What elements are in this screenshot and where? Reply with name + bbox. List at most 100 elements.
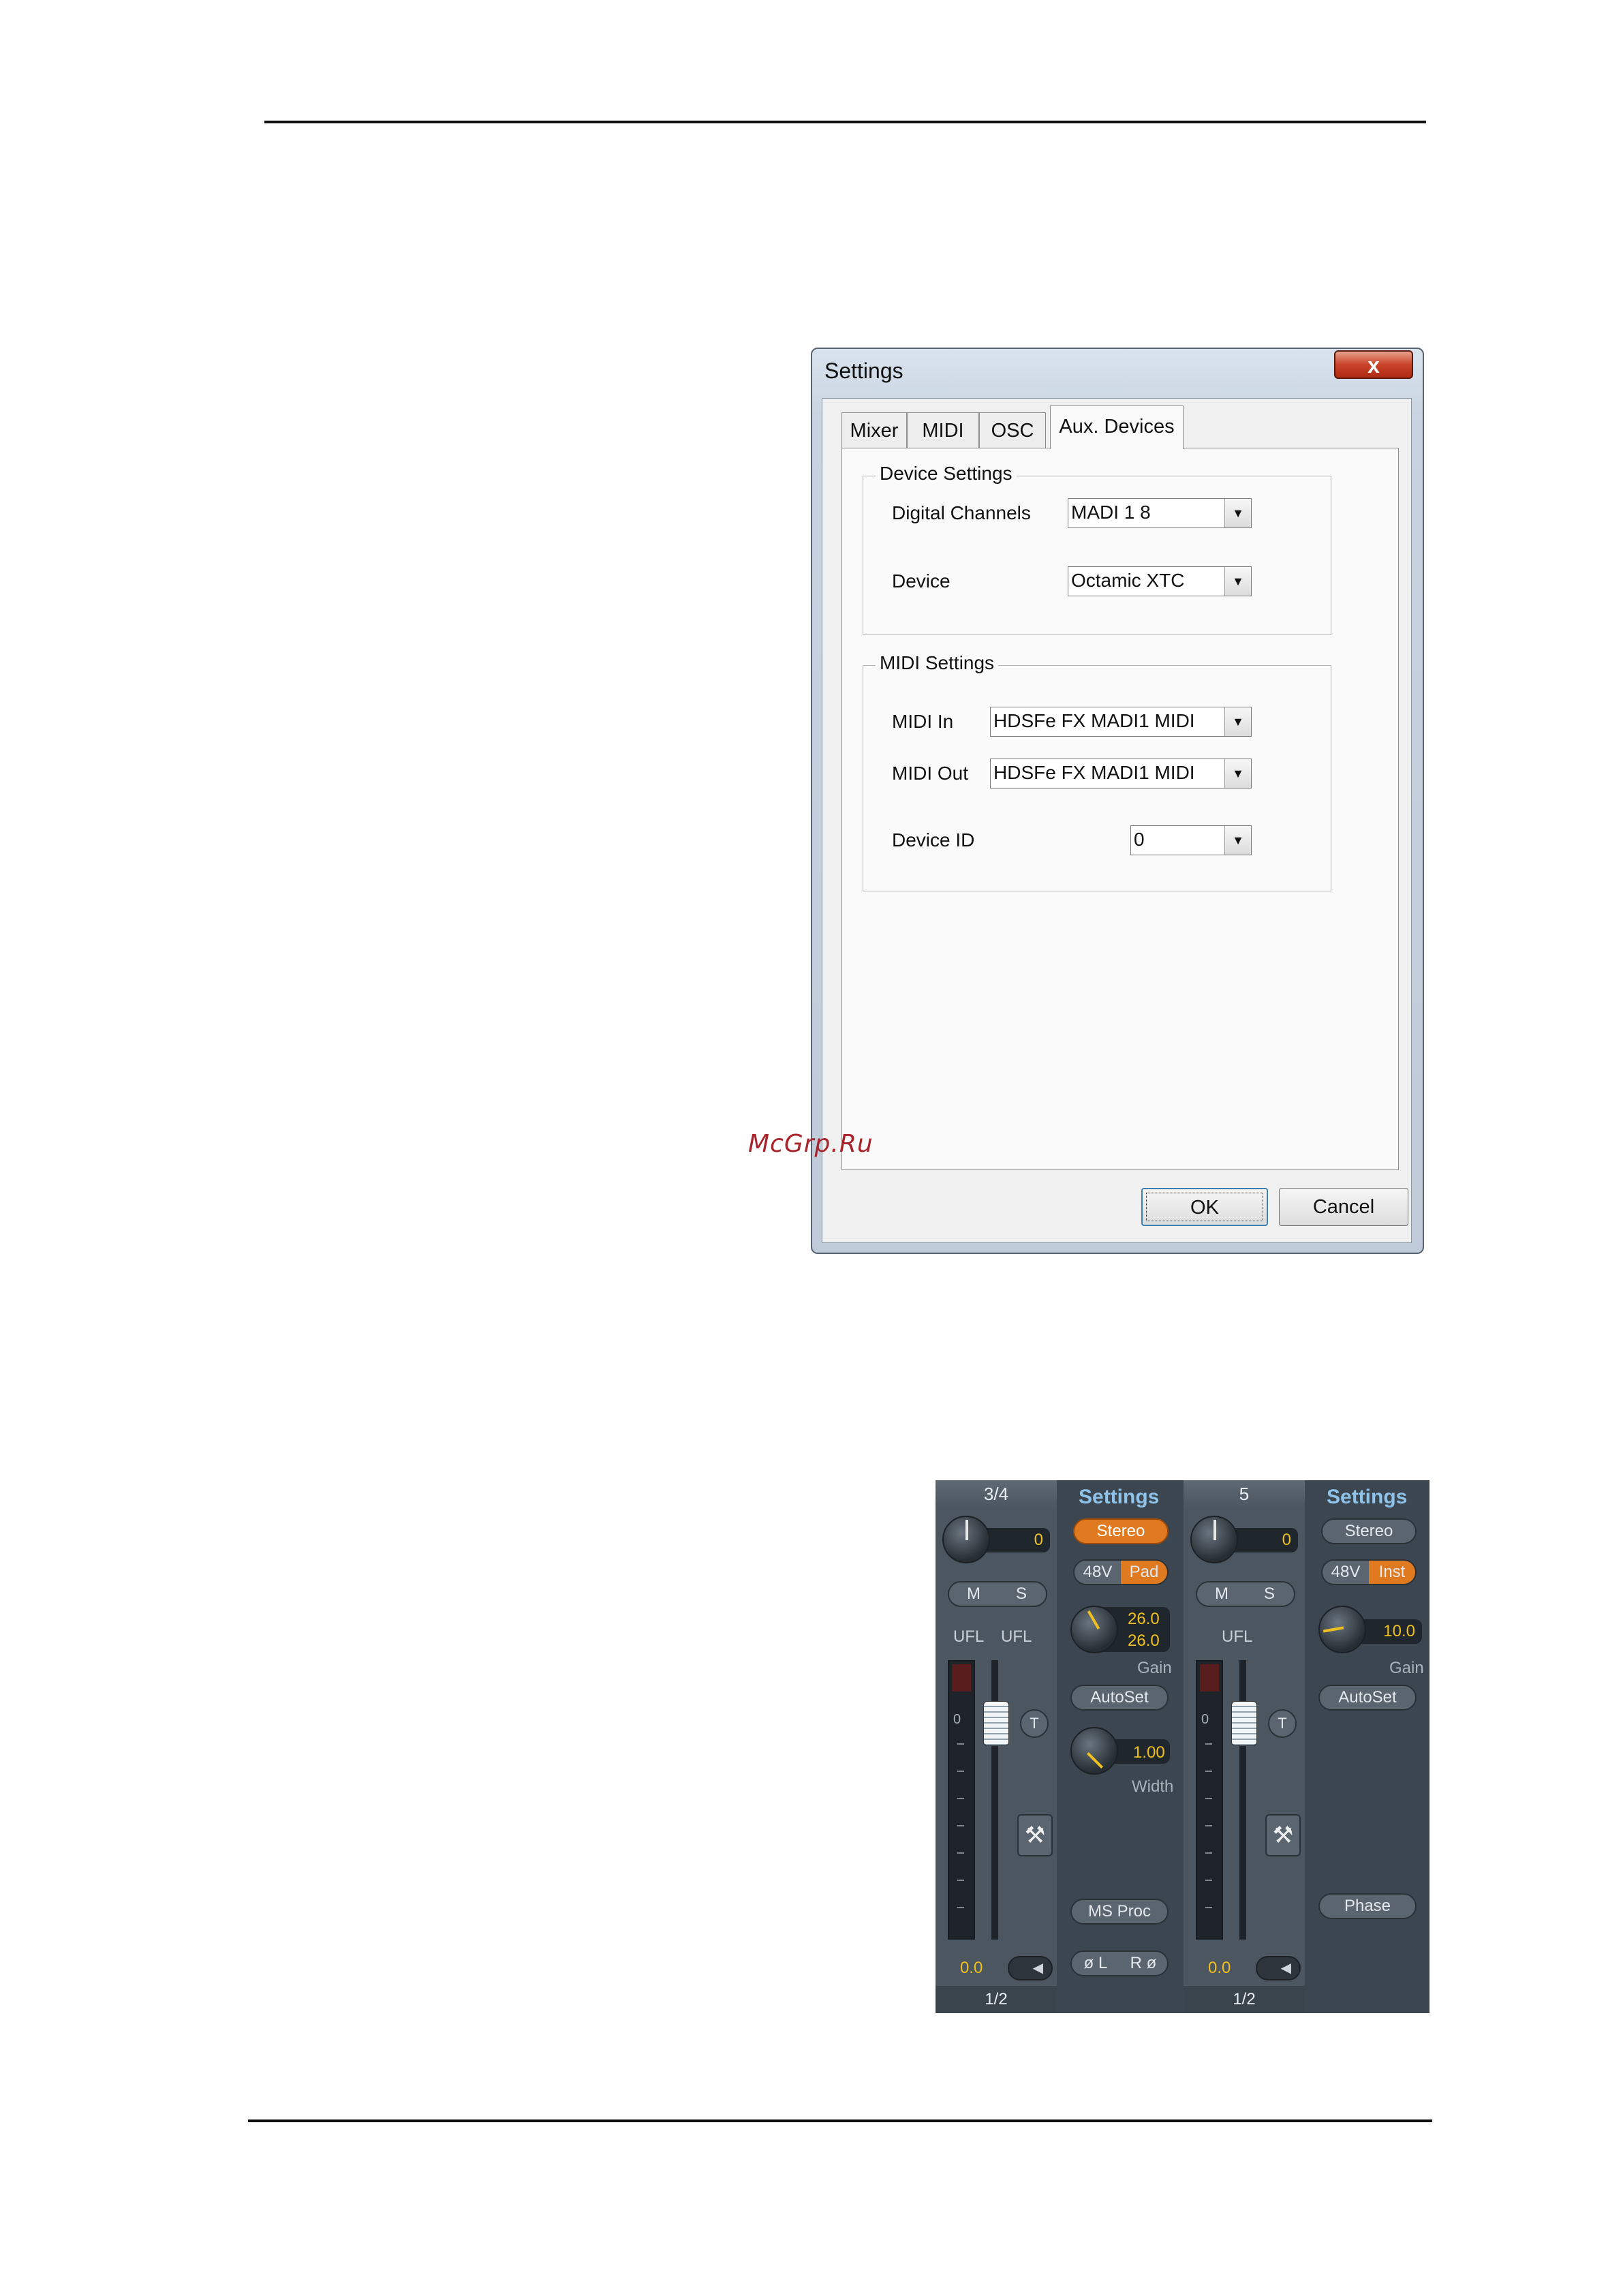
- settings-panel-2: Settings Stereo 48V Inst 10.0 Gain AutoS…: [1305, 1480, 1429, 2013]
- gain-value-1[interactable]: 26.0: [1128, 1610, 1160, 1629]
- meter-tick: [957, 1852, 964, 1854]
- meter-zero-label: 0: [953, 1712, 961, 1727]
- dialog-body: Mixer MIDI OSC Aux. Devices Device Setti…: [822, 398, 1412, 1243]
- chevron-down-icon[interactable]: ▼: [1224, 499, 1251, 527]
- mute-button[interactable]: M: [950, 1581, 997, 1607]
- midi-in-select[interactable]: HDSFe FX MADI1 MIDI ▼: [990, 707, 1252, 737]
- ufl-label: UFL: [1222, 1627, 1253, 1646]
- channel-name[interactable]: 3/4: [936, 1480, 1057, 1507]
- channel-strip-3-4: 3/4 0 M S UFL UFL 0 T 0.0 ◀ 1/2: [936, 1480, 1057, 2013]
- focus-ring: [1146, 1193, 1263, 1221]
- phase-right-button[interactable]: R ø: [1119, 1950, 1167, 1976]
- inst-button[interactable]: Inst: [1369, 1561, 1415, 1584]
- solo-button[interactable]: S: [1246, 1581, 1293, 1607]
- phase-button[interactable]: Phase: [1318, 1893, 1417, 1919]
- meter-tick: [1205, 1880, 1212, 1881]
- midi-settings-group: MIDI Settings MIDI In HDSFe FX MADI1 MID…: [863, 652, 1331, 891]
- channel-strip-5: 5 0 M S UFL 0 T 0.0 ◀ 1/2: [1184, 1480, 1305, 2013]
- midi-out-label: MIDI Out: [892, 763, 969, 784]
- device-label: Device: [892, 570, 950, 592]
- device-settings-group: Device Settings Digital Channels MADI 1 …: [863, 463, 1331, 635]
- tab-osc[interactable]: OSC: [979, 412, 1046, 448]
- phantom-48v-button[interactable]: 48V: [1075, 1559, 1121, 1585]
- autoset-button[interactable]: AutoSet: [1318, 1685, 1417, 1711]
- ufl-left: UFL: [953, 1627, 985, 1646]
- chevron-down-icon[interactable]: ▼: [1224, 759, 1251, 788]
- chevron-down-icon[interactable]: ▼: [1224, 826, 1251, 855]
- tab-midi[interactable]: MIDI: [907, 412, 979, 448]
- wrench-icon[interactable]: ⚒: [1265, 1814, 1301, 1856]
- midi-in-label: MIDI In: [892, 711, 954, 732]
- top-rule: [264, 121, 1426, 123]
- meter-tick: [1205, 1852, 1212, 1854]
- digital-channels-select[interactable]: MADI 1 8 ▼: [1068, 498, 1252, 528]
- device-settings-legend: Device Settings: [876, 463, 1017, 485]
- channel-footer[interactable]: 1/2: [936, 1986, 1057, 2013]
- talkback-button[interactable]: T: [1268, 1709, 1297, 1738]
- meter-tick: [957, 1907, 964, 1908]
- meter-tick: [1205, 1771, 1212, 1772]
- meter-tick: [957, 1880, 964, 1881]
- wrench-icon[interactable]: ⚒: [1017, 1814, 1053, 1856]
- phantom-48v-button[interactable]: 48V: [1323, 1559, 1369, 1585]
- settings-panel-1: Settings Stereo 48V Pad 26.0 26.0 Gain A…: [1057, 1480, 1184, 2013]
- clip-indicator: [1200, 1664, 1219, 1692]
- talkback-button[interactable]: T: [1020, 1709, 1049, 1738]
- cancel-button[interactable]: Cancel: [1279, 1188, 1408, 1226]
- ok-button[interactable]: OK: [1141, 1188, 1268, 1226]
- pad-button[interactable]: Pad: [1121, 1561, 1167, 1584]
- mixer-panel: 3/4 0 M S UFL UFL 0 T 0.0 ◀ 1/2 Settings…: [936, 1480, 1429, 2013]
- arrow-left-icon[interactable]: ◀: [1008, 1956, 1053, 1980]
- pan-knob[interactable]: [942, 1516, 990, 1563]
- autoset-button[interactable]: AutoSet: [1070, 1685, 1169, 1711]
- ms-proc-button[interactable]: MS Proc: [1070, 1899, 1169, 1925]
- meter-tick: [957, 1798, 964, 1799]
- meter-tick: [1205, 1825, 1212, 1826]
- channel-name[interactable]: 5: [1184, 1480, 1305, 1507]
- phase-left-button[interactable]: ø L: [1072, 1950, 1119, 1976]
- settings-title: Settings: [1327, 1486, 1408, 1508]
- tab-aux-devices[interactable]: Aux. Devices: [1050, 405, 1184, 449]
- device-value: Octamic XTC: [1071, 570, 1185, 591]
- level-meter: [1196, 1660, 1223, 1940]
- width-knob[interactable]: [1070, 1727, 1118, 1775]
- meter-tick: [1205, 1798, 1212, 1799]
- settings-dialog: Settings x Mixer MIDI OSC Aux. Devices D…: [811, 348, 1424, 1254]
- arrow-left-icon[interactable]: ◀: [1256, 1956, 1301, 1980]
- midi-out-select[interactable]: HDSFe FX MADI1 MIDI ▼: [990, 759, 1252, 789]
- midi-in-value: HDSFe FX MADI1 MIDI: [993, 710, 1195, 731]
- mute-button[interactable]: M: [1199, 1581, 1245, 1607]
- fader-handle[interactable]: [1231, 1701, 1257, 1746]
- width-value[interactable]: 1.00: [1133, 1743, 1165, 1762]
- digital-channels-value: MADI 1 8: [1071, 502, 1151, 523]
- device-id-select[interactable]: 0 ▼: [1130, 825, 1252, 855]
- tab-mixer[interactable]: Mixer: [841, 412, 907, 448]
- meter-tick: [1205, 1907, 1212, 1908]
- bottom-rule: [248, 2119, 1432, 2122]
- device-id-value: 0: [1134, 829, 1145, 850]
- close-icon[interactable]: x: [1334, 350, 1413, 379]
- midi-out-value: HDSFe FX MADI1 MIDI: [993, 762, 1195, 783]
- meter-tick: [1205, 1743, 1212, 1745]
- width-label: Width: [1132, 1777, 1174, 1796]
- level-value[interactable]: 0.0: [960, 1959, 983, 1978]
- stereo-button[interactable]: Stereo: [1073, 1518, 1169, 1544]
- meter-zero-label: 0: [1201, 1712, 1209, 1727]
- stereo-button[interactable]: Stereo: [1321, 1518, 1417, 1544]
- channel-footer[interactable]: 1/2: [1184, 1986, 1305, 2013]
- midi-settings-legend: MIDI Settings: [876, 652, 999, 674]
- fader-handle[interactable]: [983, 1701, 1009, 1746]
- chevron-down-icon[interactable]: ▼: [1224, 567, 1251, 596]
- level-value[interactable]: 0.0: [1208, 1959, 1231, 1978]
- chevron-down-icon[interactable]: ▼: [1224, 707, 1251, 736]
- pan-knob[interactable]: [1190, 1516, 1238, 1563]
- solo-button[interactable]: S: [998, 1581, 1045, 1607]
- gain-knob[interactable]: [1318, 1606, 1366, 1653]
- gain-value-2[interactable]: 26.0: [1128, 1632, 1160, 1651]
- gain-label: Gain: [1137, 1659, 1172, 1677]
- device-select[interactable]: Octamic XTC ▼: [1068, 566, 1252, 596]
- gain-knob[interactable]: [1070, 1606, 1118, 1653]
- watermark: McGrp.Ru: [748, 1130, 874, 1158]
- meter-tick: [957, 1771, 964, 1772]
- dialog-title: Settings: [824, 358, 903, 383]
